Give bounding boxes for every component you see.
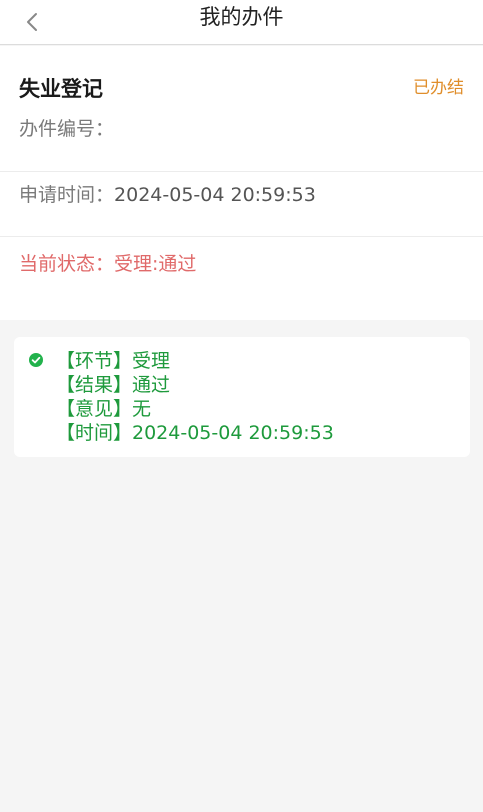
case-title: 失业登记 [19, 77, 103, 101]
current-state: 当前状态：受理:通过 [19, 252, 196, 276]
case-card: 失业登记 已办结 办件编号： 申请时间：2024-05-04 20:59:53 … [0, 46, 483, 320]
current-state-label: 当前状态： [19, 253, 115, 275]
navbar: 我的办件 [0, 0, 483, 45]
current-state-value: 受理:通过 [114, 253, 197, 275]
timeline-time: 【时间】2024-05-04 20:59:53 [56, 422, 334, 444]
timeline-opinion: 【意见】无 [56, 398, 152, 420]
page-title: 我的办件 [199, 5, 284, 29]
apply-time: 申请时间：2024-05-04 20:59:53 [19, 183, 316, 207]
apply-time-label: 申请时间： [19, 184, 115, 206]
check-circle-icon [28, 352, 44, 368]
divider [0, 236, 483, 237]
timeline-result: 【结果】通过 [56, 374, 171, 396]
case-number-label: 办件编号： [19, 118, 115, 140]
status-badge: 已办结 [413, 78, 464, 98]
timeline-entry: 【环节】受理 【结果】通过 【意见】无 【时间】2024-05-04 20:59… [56, 349, 334, 445]
apply-time-value: 2024-05-04 20:59:53 [114, 184, 316, 206]
divider [0, 171, 483, 172]
case-number: 办件编号： [19, 117, 114, 141]
timeline-card: 【环节】受理 【结果】通过 【意见】无 【时间】2024-05-04 20:59… [14, 337, 470, 457]
timeline-step: 【环节】受理 [56, 350, 171, 372]
